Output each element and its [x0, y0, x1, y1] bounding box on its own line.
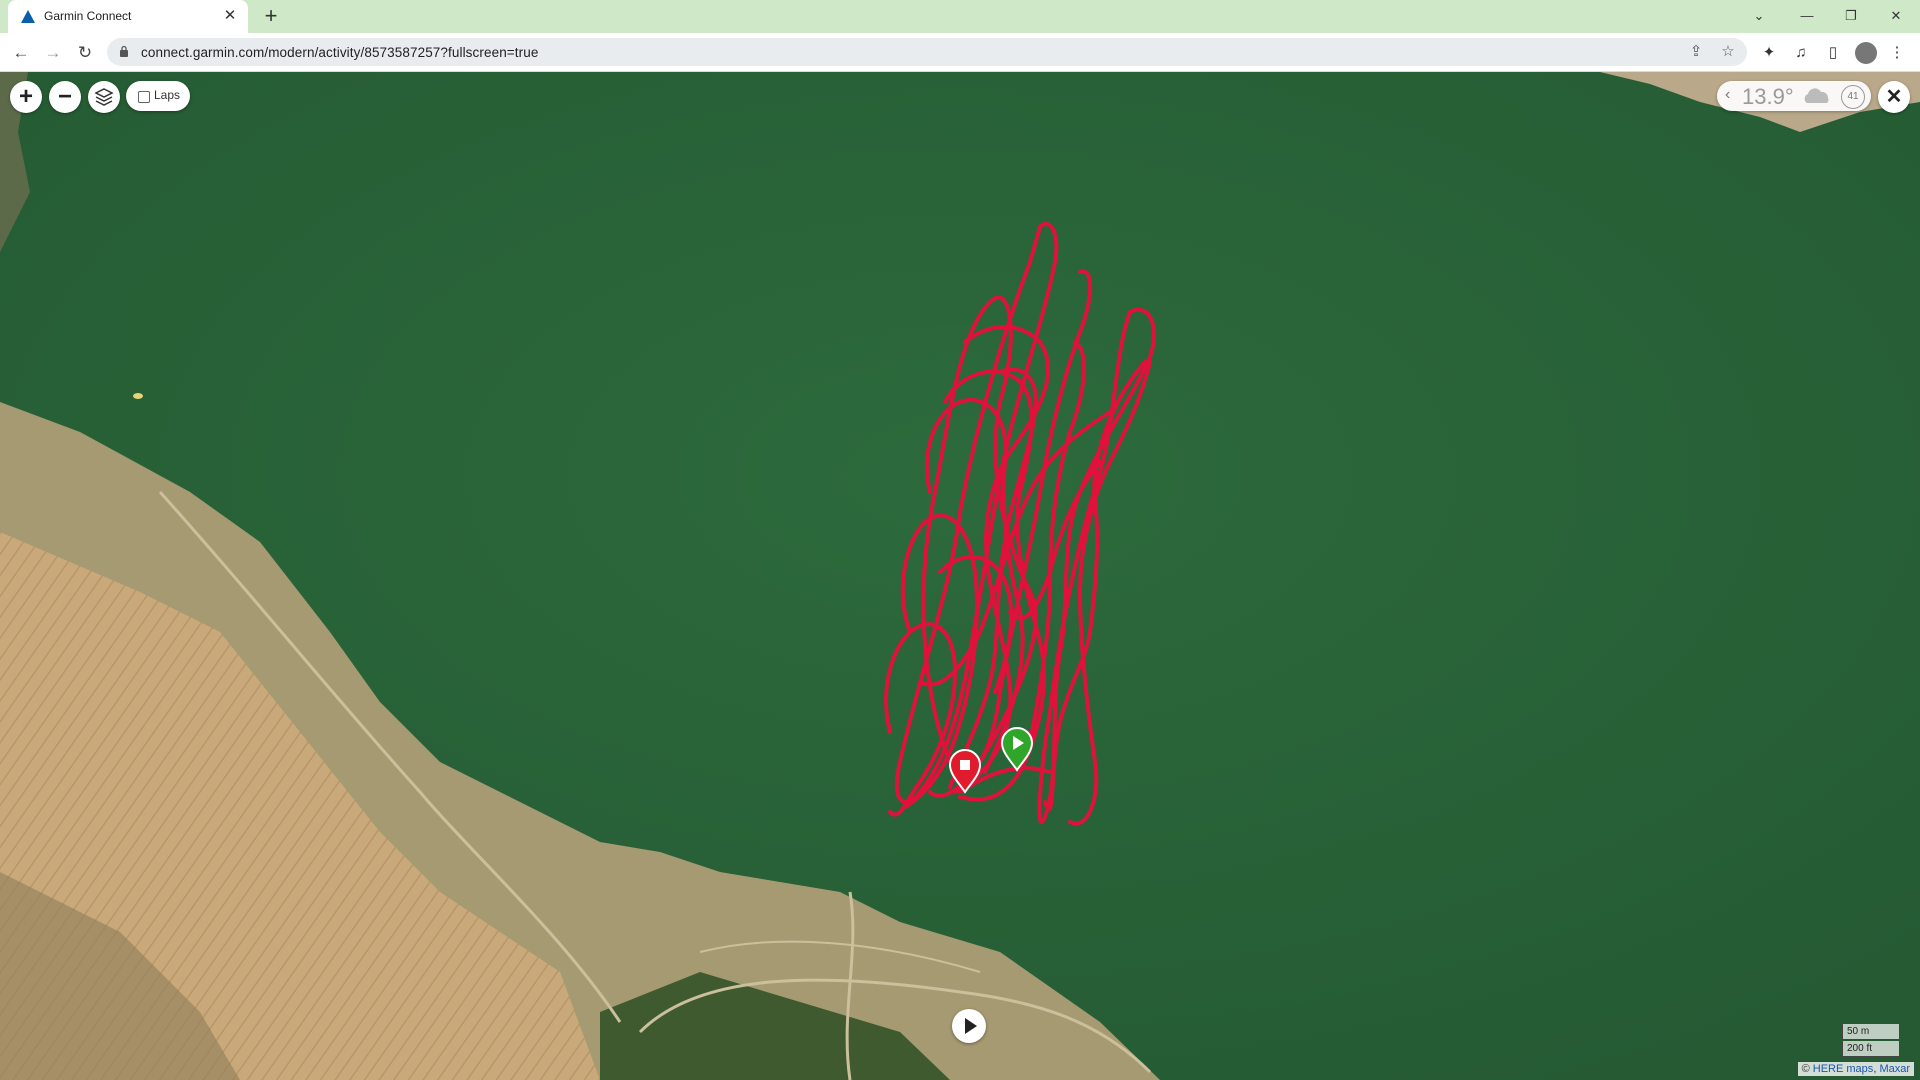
cloud-icon	[1804, 88, 1829, 103]
layers-button[interactable]	[88, 81, 120, 113]
address-bar[interactable]: connect.garmin.com/modern/activity/85735…	[107, 38, 1747, 66]
scale-metric: 50 m	[1842, 1024, 1900, 1040]
layers-icon	[94, 88, 114, 106]
forward-icon[interactable]: →	[42, 42, 64, 64]
reload-icon[interactable]: ↻	[74, 42, 96, 64]
tab-title: Garmin Connect	[44, 9, 132, 23]
close-fullscreen-button[interactable]: ✕	[1878, 81, 1910, 113]
garmin-logo-icon	[21, 10, 35, 23]
maxar-link[interactable]: Maxar	[1879, 1063, 1910, 1075]
extensions-icon[interactable]: ✦	[1758, 42, 1780, 64]
here-maps-link[interactable]: HERE maps	[1813, 1063, 1874, 1075]
weather-widget[interactable]: ‹ 13.9° 41	[1717, 81, 1871, 111]
browser-tab[interactable]: Garmin Connect ✕	[8, 0, 248, 33]
browser-toolbar: ← → ↻ connect.garmin.com/modern/activity…	[0, 33, 1920, 72]
menu-icon[interactable]: ⋮	[1886, 42, 1908, 64]
url-text[interactable]: connect.garmin.com/modern/activity/85735…	[141, 45, 538, 60]
avatar[interactable]	[1855, 42, 1877, 64]
laps-label: Laps	[154, 88, 181, 102]
map-scale: 50 m 200 ft	[1842, 1024, 1908, 1058]
start-flag-icon[interactable]	[1000, 726, 1034, 772]
play-icon	[965, 1018, 977, 1034]
temperature: 13.9°	[1742, 84, 1794, 109]
zoom-out-button[interactable]: −	[49, 81, 81, 113]
lock-icon	[120, 45, 128, 57]
window-close-button[interactable]: ✕	[1881, 6, 1911, 26]
sidepanel-icon[interactable]: ▯	[1822, 42, 1844, 64]
close-icon[interactable]: ✕	[222, 8, 238, 24]
laps-toggle[interactable]: Laps	[126, 81, 190, 111]
minimize-button[interactable]: —	[1792, 6, 1822, 26]
tab-search-icon[interactable]: ⌄	[1744, 6, 1774, 26]
back-icon[interactable]: ←	[10, 42, 32, 64]
close-icon: ✕	[1885, 86, 1903, 108]
play-button[interactable]	[952, 1009, 986, 1043]
map-attribution: © HERE maps, Maxar	[1797, 1062, 1914, 1076]
activity-map[interactable]: + − Laps ‹ 13.9° 41 ✕ 50 m 200 ft © HERE…	[0, 72, 1920, 1080]
wind-indicator: 41	[1841, 85, 1865, 109]
scale-imperial: 200 ft	[1842, 1041, 1900, 1057]
star-icon[interactable]: ☆	[1719, 43, 1737, 61]
share-icon[interactable]: ⇪	[1687, 43, 1705, 61]
new-tab-button[interactable]: +	[260, 5, 282, 28]
restore-button[interactable]: ❐	[1836, 6, 1866, 26]
finish-flag-icon[interactable]	[948, 748, 982, 794]
tab-bar: Garmin Connect ✕ + ⌄ — ❐ ✕	[0, 0, 1920, 33]
laps-checkbox[interactable]	[138, 91, 150, 103]
chevron-left-icon[interactable]: ‹	[1725, 86, 1730, 104]
activity-track	[884, 222, 1156, 826]
media-icon[interactable]: ♫	[1790, 42, 1812, 64]
zoom-in-button[interactable]: +	[10, 81, 42, 113]
